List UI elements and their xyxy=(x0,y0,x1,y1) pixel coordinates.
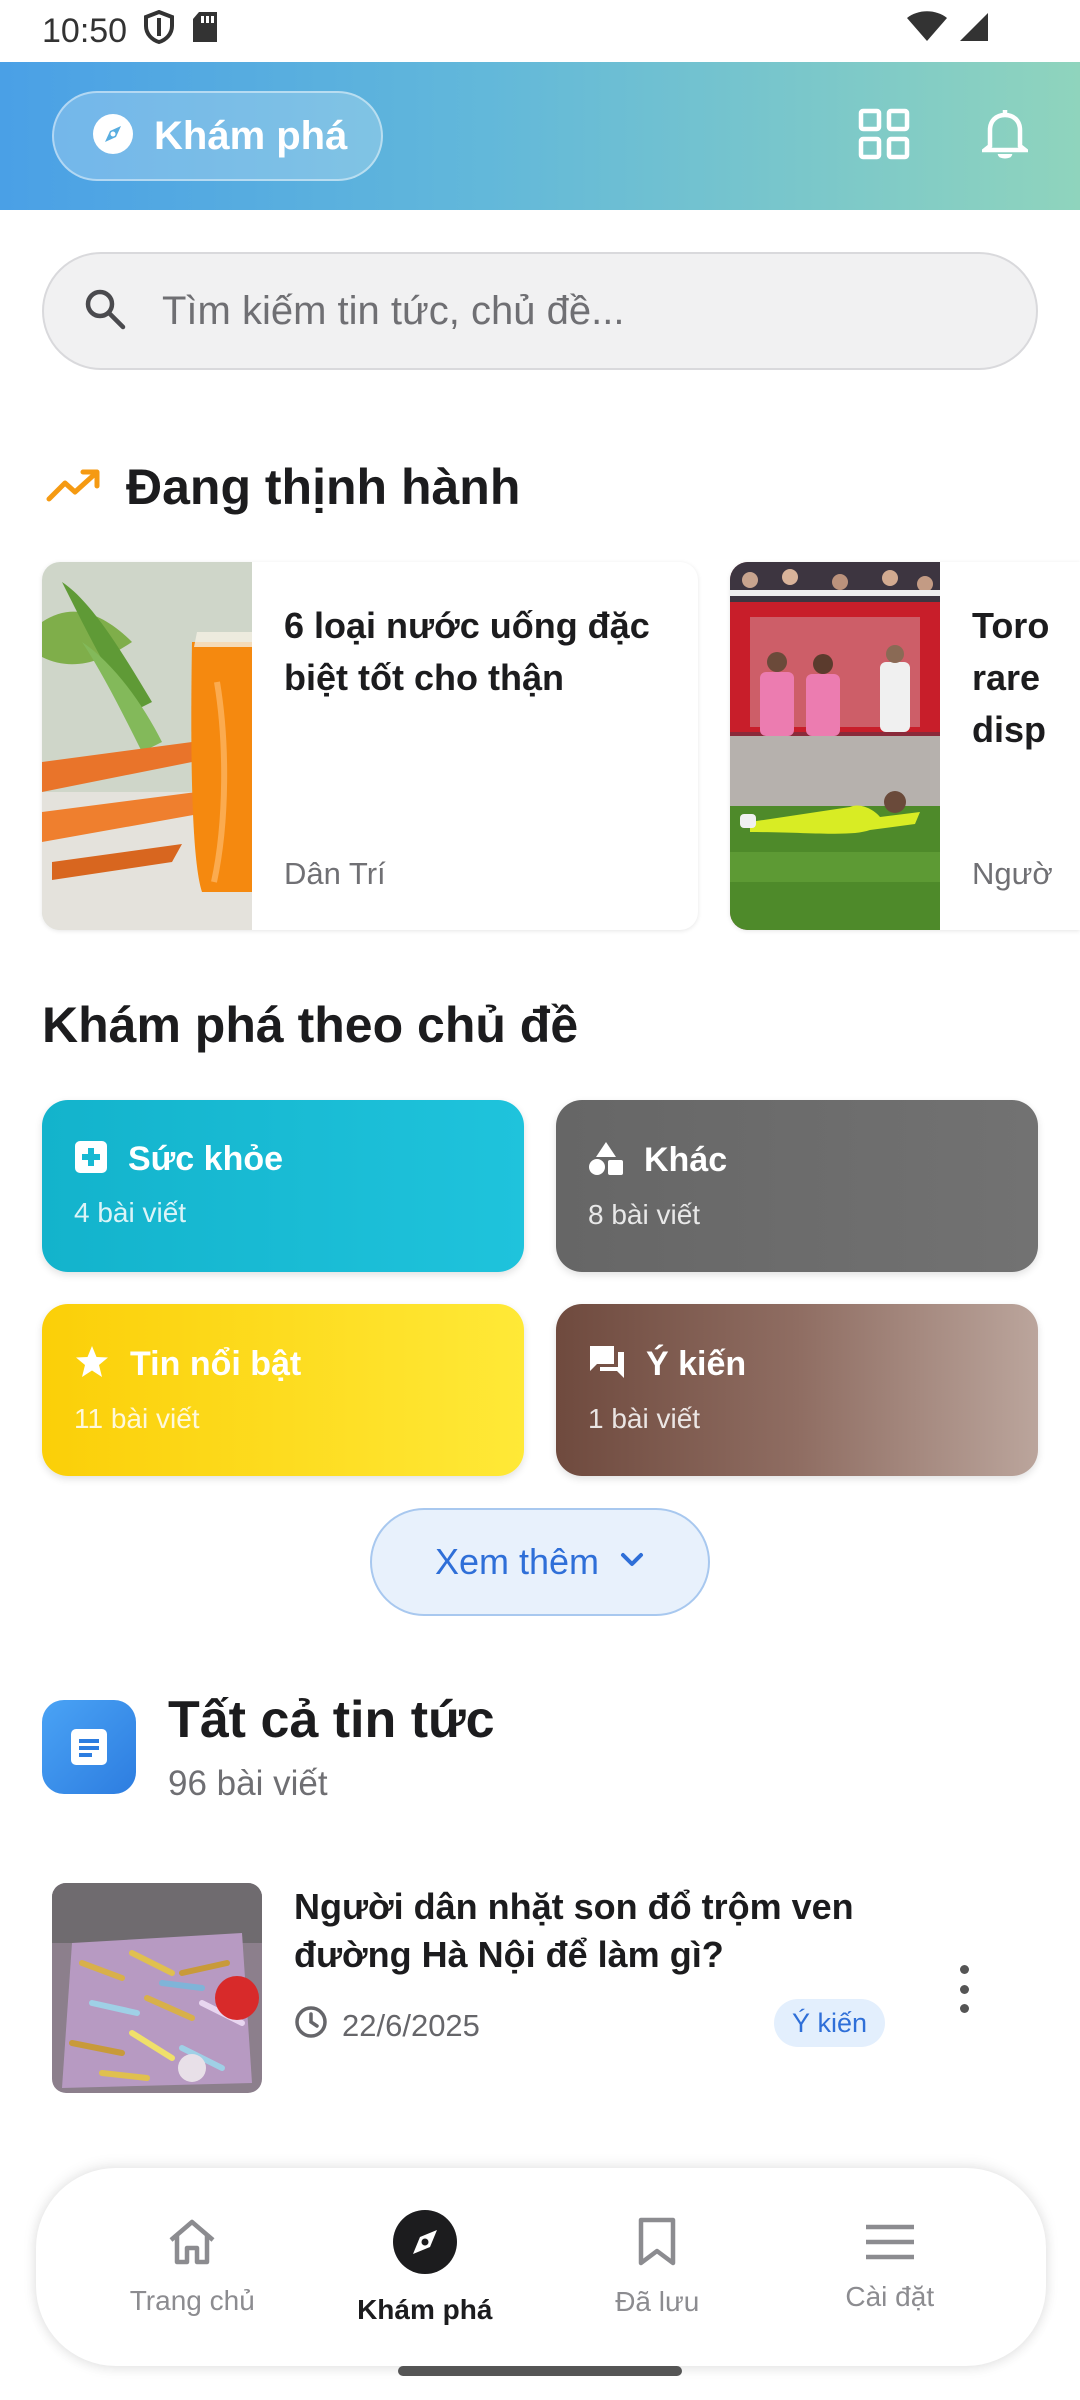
explore-pill-label: Khám phá xyxy=(154,113,348,158)
category-name: Khác xyxy=(644,1141,728,1179)
nav-label: Trang chủ xyxy=(129,2284,255,2316)
trending-card[interactable]: 6 loại nước uống đặc biệt tốt cho thận D… xyxy=(42,562,698,930)
trending-card-source: Dân Trí xyxy=(284,856,386,891)
trending-card[interactable]: Toro rare disp Ngườ xyxy=(730,562,1080,930)
category-count: 8 bài viết xyxy=(588,1199,701,1230)
nav-item-settings[interactable]: Cài đặt xyxy=(790,2222,990,2313)
category-name: Ý kiến xyxy=(646,1345,747,1383)
status-time: 10:50 xyxy=(42,11,128,50)
nav-item-saved[interactable]: Đã lưu xyxy=(557,2217,757,2318)
all-news-title: Tất cả tin tức xyxy=(168,1691,495,1749)
signal-icon xyxy=(958,11,990,52)
star-icon xyxy=(74,1344,110,1385)
clock-icon xyxy=(294,2005,328,2047)
article-thumbnail xyxy=(52,1883,262,2093)
shield-icon xyxy=(143,9,175,53)
category-card-other[interactable]: Khác 8 bài viết xyxy=(556,1100,1038,1272)
trending-card-title: Toro rare disp xyxy=(972,605,1050,750)
wifi-icon xyxy=(906,10,948,52)
compass-icon xyxy=(392,2209,458,2280)
all-news-count: 96 bài viết xyxy=(168,1764,328,1803)
home-icon xyxy=(167,2218,217,2271)
search-icon xyxy=(84,288,126,335)
category-name: Sức khỏe xyxy=(128,1140,284,1178)
nav-label: Khám phá xyxy=(357,2293,493,2325)
article-date-row: 22/6/2025 xyxy=(294,2005,480,2047)
nav-label: Cài đặt xyxy=(845,2280,935,2312)
more-options-icon[interactable] xyxy=(952,1965,976,2013)
bookmark-icon xyxy=(636,2217,678,2272)
explore-pill-button[interactable]: Khám phá xyxy=(52,91,384,181)
medical-plus-icon xyxy=(74,1140,108,1179)
category-card-health[interactable]: Sức khỏe 4 bài viết xyxy=(42,1100,524,1272)
trending-up-icon xyxy=(46,467,102,508)
sd-card-icon xyxy=(191,10,219,53)
search-bar[interactable]: Tìm kiếm tin tức, chủ đề... xyxy=(42,252,1038,370)
nav-label: Đã lưu xyxy=(615,2285,700,2317)
article-list-icon xyxy=(42,1700,136,1794)
trending-card-thumbnail xyxy=(730,562,940,930)
trending-title: Đang thịnh hành xyxy=(126,459,521,515)
see-more-button[interactable]: Xem thêm xyxy=(370,1508,710,1616)
category-count: 4 bài viết xyxy=(74,1197,187,1228)
nav-item-explore[interactable]: Khám phá xyxy=(325,2209,525,2326)
article-date: 22/6/2025 xyxy=(342,2008,480,2043)
search-input-placeholder[interactable]: Tìm kiếm tin tức, chủ đề... xyxy=(162,289,624,334)
chevron-down-icon xyxy=(619,1551,645,1574)
home-indicator[interactable] xyxy=(398,2366,682,2376)
category-card-featured[interactable]: Tin nổi bật 11 bài viết xyxy=(42,1304,524,1476)
article-title: Người dân nhặt son đổ trộm ven đường Hà … xyxy=(294,1886,854,1975)
article-category-tag: Ý kiến xyxy=(774,1999,886,2047)
trending-card-thumbnail xyxy=(42,562,252,930)
trending-card-title: 6 loại nước uống đặc biệt tốt cho thận xyxy=(284,605,650,698)
category-card-opinion[interactable]: Ý kiến 1 bài viết xyxy=(556,1304,1038,1476)
category-count: 11 bài viết xyxy=(74,1403,200,1434)
status-bar: 10:50 xyxy=(0,0,1080,62)
category-count: 1 bài viết xyxy=(588,1403,701,1434)
bottom-navigation: Trang chủ Khám phá Đã lưu Cài đặt xyxy=(36,2168,1046,2366)
nav-item-home[interactable]: Trang chủ xyxy=(92,2218,292,2317)
compass-icon xyxy=(92,113,134,160)
forum-icon xyxy=(588,1344,626,1385)
app-header: Khám phá xyxy=(0,62,1080,210)
category-name: Tin nổi bật xyxy=(130,1345,302,1383)
see-more-label: Xem thêm xyxy=(434,1541,600,1582)
menu-icon xyxy=(864,2222,916,2267)
notification-bell-icon[interactable] xyxy=(978,108,1032,165)
trending-card-source: Ngườ xyxy=(972,856,1053,891)
article-list-item[interactable]: Người dân nhặt son đổ trộm ven đường Hà … xyxy=(52,1883,1052,2093)
shapes-icon xyxy=(588,1140,624,1181)
categories-title: Khám phá theo chủ đề xyxy=(42,997,579,1053)
grid-view-icon[interactable] xyxy=(858,108,910,165)
trending-section-header: Đang thịnh hành xyxy=(46,458,520,516)
